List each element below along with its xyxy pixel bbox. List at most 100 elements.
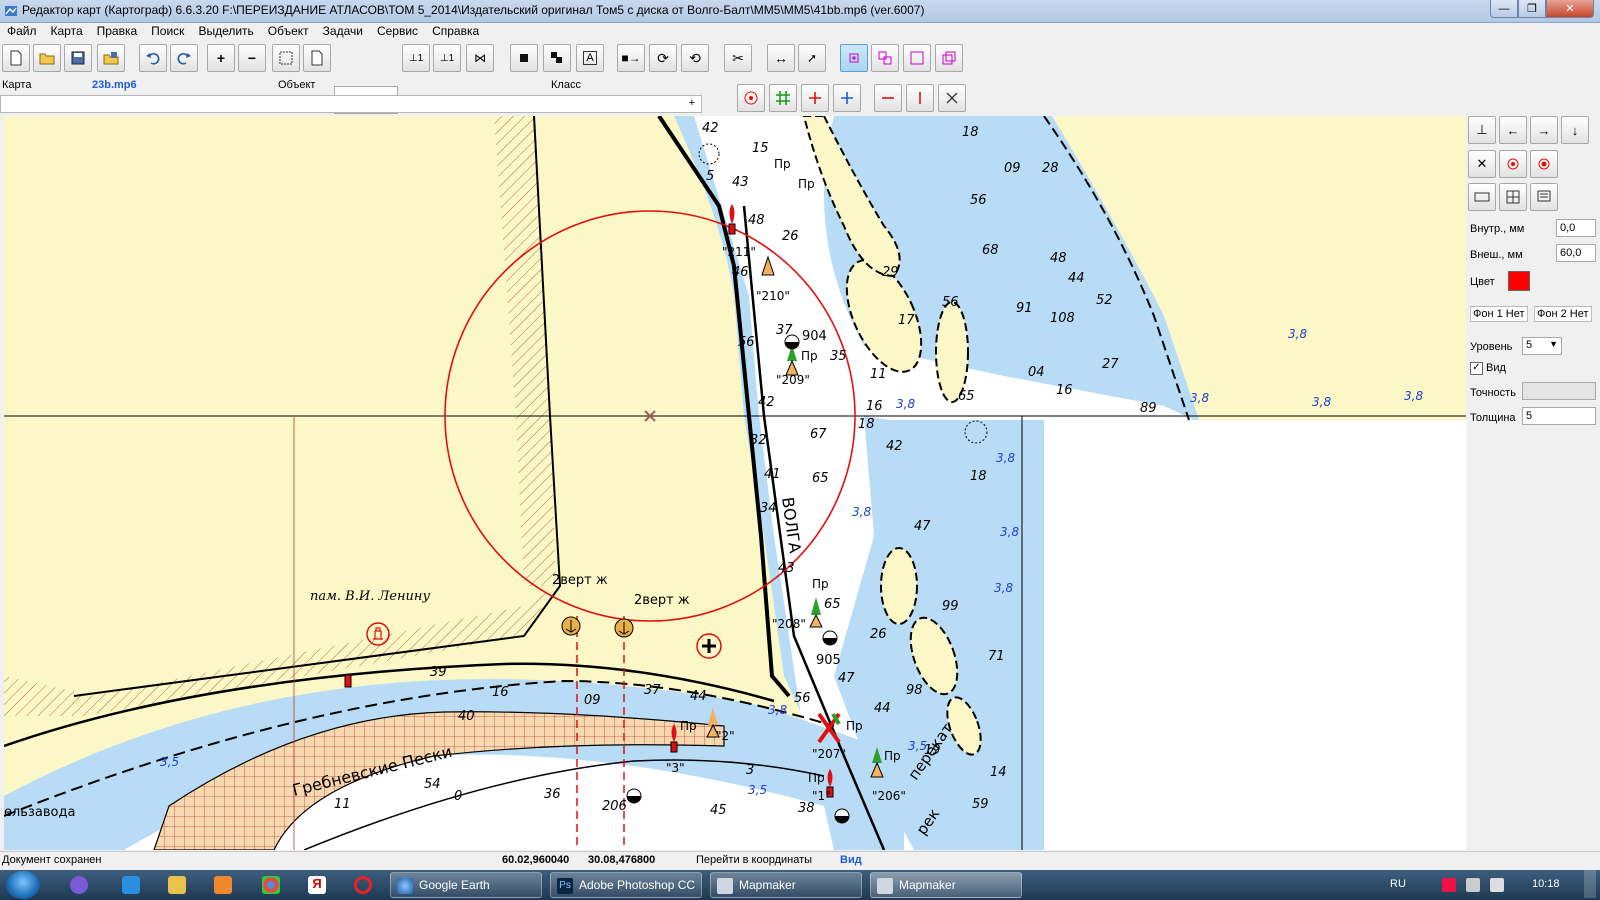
assistant-icon[interactable] bbox=[70, 876, 88, 894]
vertical-line-icon[interactable] bbox=[906, 84, 934, 112]
object-info-bar: Карта 23b.mp6 Объект Класс bbox=[0, 77, 720, 95]
save-as-icon[interactable] bbox=[97, 44, 125, 72]
color-swatch[interactable] bbox=[1508, 271, 1530, 291]
ie-icon[interactable] bbox=[122, 876, 140, 894]
task-mapmaker-2[interactable]: Mapmaker bbox=[870, 872, 1022, 898]
view-checkbox[interactable]: ✓ bbox=[1470, 362, 1483, 375]
object-name-input[interactable]: + bbox=[0, 95, 702, 113]
zoom-rect-icon[interactable] bbox=[272, 44, 300, 72]
move-point-icon[interactable]: ■→ bbox=[617, 44, 645, 72]
grid-small-icon[interactable] bbox=[1499, 183, 1527, 211]
arrow-left-icon[interactable]: ← bbox=[1499, 116, 1527, 144]
svg-text:3,8: 3,8 bbox=[1000, 525, 1019, 539]
buoy-label-pr-6: Пр bbox=[884, 749, 901, 763]
close-icon[interactable]: ✕ bbox=[1468, 150, 1496, 178]
cross-red-icon[interactable] bbox=[801, 84, 829, 112]
opera-icon[interactable] bbox=[354, 876, 372, 894]
level-label: Уровень bbox=[1470, 341, 1513, 353]
start-button[interactable] bbox=[6, 871, 40, 899]
yandex-icon[interactable]: Я bbox=[308, 876, 326, 894]
target-icon[interactable] bbox=[737, 84, 765, 112]
zoom-out-icon[interactable]: − bbox=[238, 44, 266, 72]
background-1[interactable]: Фон 1 Нет bbox=[1470, 306, 1528, 322]
redo-icon[interactable] bbox=[170, 44, 198, 72]
line-object-icon[interactable] bbox=[543, 44, 571, 72]
svg-text:56: 56 bbox=[970, 193, 987, 208]
task-photoshop[interactable]: Ps Adobe Photoshop CC bbox=[550, 872, 702, 898]
rotate-icon[interactable]: ⟳ bbox=[649, 44, 677, 72]
language-indicator[interactable]: RU bbox=[1390, 878, 1406, 890]
expand-button[interactable]: + bbox=[689, 97, 695, 109]
cross-blue-icon[interactable] bbox=[833, 84, 861, 112]
save-icon[interactable] bbox=[64, 44, 92, 72]
task-mapmaker-1[interactable]: Mapmaker bbox=[710, 872, 862, 898]
select-frame-icon[interactable] bbox=[903, 44, 931, 72]
view-mode[interactable]: Вид bbox=[840, 854, 862, 866]
svg-text:89: 89 bbox=[1140, 401, 1157, 416]
minimize-button[interactable]: — bbox=[1490, 0, 1518, 18]
svg-text:04: 04 bbox=[1028, 365, 1045, 380]
svg-text:09: 09 bbox=[1004, 161, 1021, 176]
outer-input[interactable] bbox=[1556, 244, 1596, 262]
grid-icon[interactable] bbox=[769, 84, 797, 112]
media-icon[interactable] bbox=[214, 876, 232, 894]
menu-select[interactable]: Выделить bbox=[191, 23, 260, 41]
menu-map[interactable]: Карта bbox=[44, 23, 90, 41]
thickness-input[interactable] bbox=[1522, 407, 1596, 425]
scale-split-icon[interactable]: ⋈ bbox=[466, 44, 494, 72]
scale-1-icon[interactable]: ⊥1 bbox=[402, 44, 430, 72]
rotate-ccw-icon[interactable]: ⟲ bbox=[681, 44, 709, 72]
undo-icon[interactable] bbox=[139, 44, 167, 72]
target-small-icon[interactable] bbox=[1499, 150, 1527, 178]
menu-file[interactable]: Файл bbox=[0, 23, 44, 41]
point-object-icon[interactable] bbox=[510, 44, 538, 72]
text-object-icon[interactable]: A bbox=[576, 44, 604, 72]
menu-tasks[interactable]: Задачи bbox=[316, 23, 370, 41]
show-desktop-button[interactable] bbox=[1584, 870, 1596, 898]
zoom-in-icon[interactable]: + bbox=[207, 44, 235, 72]
open-folder-icon[interactable] bbox=[33, 44, 61, 72]
network-icon[interactable] bbox=[1466, 878, 1480, 892]
delete-icon[interactable] bbox=[938, 84, 966, 112]
arrow-right-icon[interactable]: → bbox=[1530, 116, 1558, 144]
tray-app-icon[interactable] bbox=[1442, 878, 1456, 892]
svg-text:59: 59 bbox=[972, 797, 989, 812]
node-icon[interactable]: ➚ bbox=[798, 44, 826, 72]
island-2 bbox=[935, 301, 969, 403]
new-file-icon[interactable] bbox=[2, 44, 30, 72]
svg-text:3,8: 3,8 bbox=[1312, 395, 1331, 409]
level-select[interactable]: 5 ▼ bbox=[1522, 337, 1562, 355]
select-layers-icon[interactable] bbox=[935, 44, 963, 72]
scissors-icon[interactable]: ✂ bbox=[724, 44, 752, 72]
scale-2-icon[interactable]: ⊥1 bbox=[433, 44, 461, 72]
menu-edit[interactable]: Правка bbox=[90, 23, 145, 41]
menu-object[interactable]: Объект bbox=[261, 23, 316, 41]
menu-search[interactable]: Поиск bbox=[144, 23, 191, 41]
svg-text:47: 47 bbox=[914, 519, 931, 534]
inner-input[interactable] bbox=[1556, 219, 1596, 237]
menu-help[interactable]: Справка bbox=[425, 23, 486, 41]
volume-icon[interactable] bbox=[1490, 878, 1504, 892]
list-icon[interactable] bbox=[1530, 183, 1558, 211]
map-canvas[interactable]: пам. В.И. Ленину 2верт ж 2верт ж Гребнев… bbox=[4, 116, 1466, 850]
align-icon[interactable]: ⊥ bbox=[1468, 116, 1496, 144]
precision-input[interactable] bbox=[1522, 382, 1596, 400]
rect-icon[interactable] bbox=[1468, 183, 1496, 211]
close-button[interactable]: ✕ bbox=[1546, 0, 1594, 18]
explorer-icon[interactable] bbox=[168, 876, 186, 894]
horizontal-line-icon[interactable] bbox=[874, 84, 902, 112]
measure-icon[interactable]: ↔ bbox=[767, 44, 795, 72]
task-google-earth[interactable]: Google Earth bbox=[390, 872, 542, 898]
page-icon[interactable] bbox=[303, 44, 331, 72]
background-2[interactable]: Фон 2 Нет bbox=[1534, 306, 1592, 322]
class-label: Класс bbox=[551, 79, 581, 91]
goto-coordinates-button[interactable]: Перейти в координаты bbox=[696, 854, 812, 866]
target-filled-icon[interactable] bbox=[1530, 150, 1558, 178]
maximize-button[interactable]: ❐ bbox=[1518, 0, 1546, 18]
select-object-icon[interactable] bbox=[840, 44, 868, 72]
select-multi-icon[interactable] bbox=[871, 44, 899, 72]
chrome-icon[interactable] bbox=[262, 876, 280, 894]
arrow-down-icon[interactable]: ↓ bbox=[1561, 116, 1589, 144]
clock[interactable]: 10:18 bbox=[1532, 878, 1560, 890]
menu-service[interactable]: Сервис bbox=[370, 23, 425, 41]
